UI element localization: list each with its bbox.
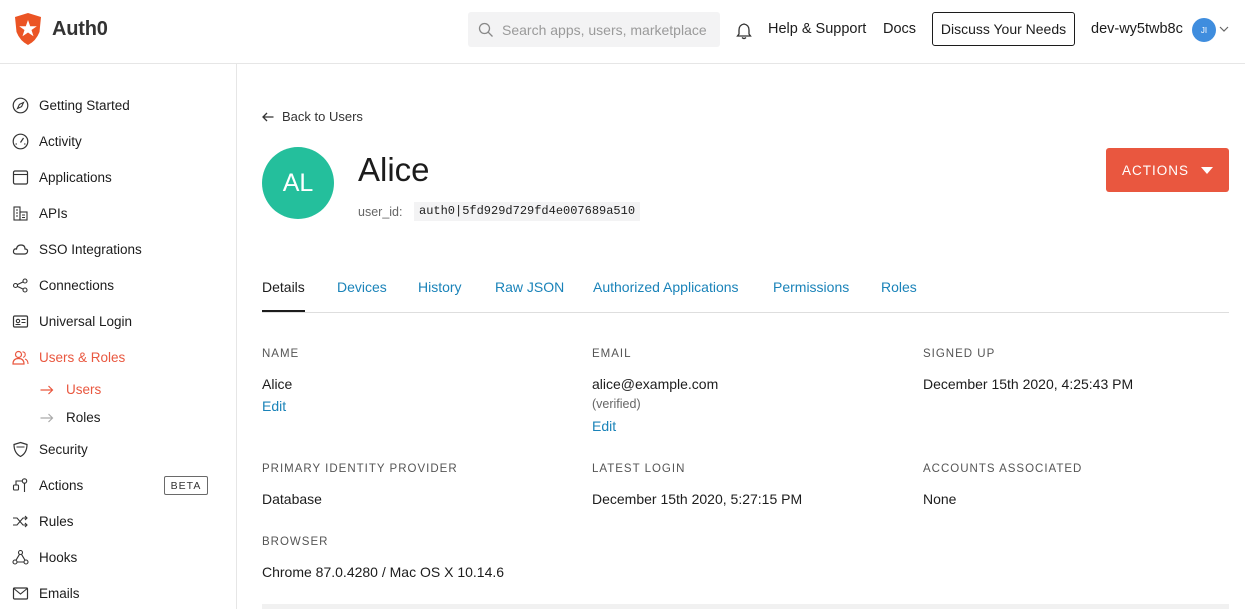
user-id-value: auth0|5fd929d729fd4e007689a510 <box>414 202 641 221</box>
sidebar-item-label: Security <box>39 442 88 457</box>
back-label: Back to Users <box>282 109 363 124</box>
flow-icon <box>12 478 28 492</box>
arrow-right-icon <box>40 413 54 422</box>
actions-label: ACTIONS <box>1121 162 1189 178</box>
auth0-logo[interactable]: Auth0 <box>12 12 108 46</box>
arrow-left-icon <box>262 112 274 121</box>
name-label: NAME <box>262 348 300 360</box>
browser-value: Chrome 87.0.4280 / Mac OS X 10.14.6 <box>262 564 505 580</box>
user-name-title: Alice <box>358 151 430 188</box>
mail-icon <box>12 587 29 600</box>
tab-permissions[interactable]: Permissions <box>773 279 849 295</box>
beta-badge: BETA <box>164 476 208 495</box>
sidebar-item-actions[interactable]: Actions <box>12 477 83 494</box>
sidebar-item-getting-started[interactable]: Getting Started <box>12 97 130 114</box>
sidebar-item-universal-login[interactable]: Universal Login <box>12 313 132 330</box>
tenant-name[interactable]: dev-wy5twb8c <box>1091 21 1183 37</box>
sidebar-item-users-roles[interactable]: Users & Roles <box>12 349 125 366</box>
sidebar: Getting Started Activity Applications AP… <box>0 64 237 609</box>
user-tabs: Details Devices History Raw JSON Authori… <box>262 268 1229 313</box>
brand-name: Auth0 <box>52 17 108 40</box>
search-input[interactable] <box>502 21 712 38</box>
auth0-shield-icon <box>15 13 41 45</box>
signed-up-label: SIGNED UP <box>923 348 996 360</box>
sidebar-item-label: Activity <box>39 134 82 149</box>
tab-history[interactable]: History <box>418 279 462 295</box>
sidebar-item-label: Connections <box>39 278 115 293</box>
compass-icon <box>12 97 29 114</box>
browser-label: BROWSER <box>262 536 329 548</box>
sidebar-subitem-roles[interactable]: Roles <box>40 410 101 425</box>
sidebar-item-label: Users & Roles <box>39 350 126 365</box>
sidebar-subitem-label: Users <box>66 382 102 397</box>
arrow-right-icon <box>40 385 54 394</box>
actions-dropdown-button[interactable]: ACTIONS <box>1106 148 1229 192</box>
email-label: EMAIL <box>592 348 632 360</box>
sidebar-subitem-users[interactable]: Users <box>40 382 101 397</box>
name-value: Alice <box>262 376 293 392</box>
notification-bell-icon[interactable] <box>736 22 752 40</box>
sidebar-item-rules[interactable]: Rules <box>12 513 74 530</box>
search-box[interactable] <box>468 12 720 47</box>
chevron-down-icon[interactable] <box>1219 26 1229 32</box>
provider-label: PRIMARY IDENTITY PROVIDER <box>262 463 458 475</box>
accounts-associated-value: None <box>923 491 957 507</box>
section-divider <box>262 604 1229 609</box>
sidebar-item-label: Emails <box>39 586 80 601</box>
sidebar-item-sso-integrations[interactable]: SSO Integrations <box>12 241 142 258</box>
sidebar-item-label: Rules <box>39 514 74 529</box>
sidebar-item-apis[interactable]: APIs <box>12 205 68 222</box>
edit-email-link[interactable]: Edit <box>592 418 616 434</box>
hook-icon <box>12 549 29 565</box>
tab-raw-json[interactable]: Raw JSON <box>495 279 564 295</box>
sidebar-item-label: Hooks <box>39 550 78 565</box>
sidebar-item-hooks[interactable]: Hooks <box>12 549 77 566</box>
tab-roles[interactable]: Roles <box>881 279 917 295</box>
shuffle-icon <box>13 515 28 528</box>
discuss-your-needs-button[interactable]: Discuss Your Needs <box>932 12 1075 46</box>
shield-icon <box>13 441 28 458</box>
window-icon <box>12 170 29 185</box>
docs-link[interactable]: Docs <box>883 21 916 37</box>
sidebar-item-label: Applications <box>39 170 112 185</box>
gauge-icon <box>12 133 29 150</box>
users-icon <box>12 350 29 365</box>
sidebar-item-label: APIs <box>39 206 68 221</box>
tenant-avatar[interactable]: JI <box>1192 18 1216 42</box>
email-value: alice@example.com <box>592 376 719 392</box>
tab-details[interactable]: Details <box>262 279 305 295</box>
sidebar-item-activity[interactable]: Activity <box>12 133 82 150</box>
help-support-link[interactable]: Help & Support <box>768 21 866 37</box>
sidebar-item-label: Actions <box>39 478 84 493</box>
top-bar: Auth0 Help & Support Docs Discuss Your N… <box>0 0 1245 64</box>
signed-up-value: December 15th 2020, 4:25:43 PM <box>923 376 1134 392</box>
edit-name-link[interactable]: Edit <box>262 398 286 414</box>
accounts-associated-label: ACCOUNTS ASSOCIATED <box>923 463 1083 475</box>
latest-login-value: December 15th 2020, 5:27:15 PM <box>592 491 803 507</box>
caret-down-icon <box>1201 166 1213 174</box>
sidebar-item-applications[interactable]: Applications <box>12 169 112 186</box>
user-id-label: user_id: <box>358 205 403 219</box>
latest-login-label: LATEST LOGIN <box>592 463 686 475</box>
sidebar-subitem-label: Roles <box>66 410 101 425</box>
cloud-icon <box>12 244 29 255</box>
search-icon <box>478 22 493 37</box>
active-tab-indicator <box>262 310 305 312</box>
provider-value: Database <box>262 491 322 507</box>
sidebar-item-emails[interactable]: Emails <box>12 585 80 602</box>
share-icon <box>12 278 28 293</box>
tab-devices[interactable]: Devices <box>337 279 387 295</box>
tab-authorized-applications[interactable]: Authorized Applications <box>593 279 739 295</box>
sidebar-item-security[interactable]: Security <box>12 441 88 458</box>
id-card-icon <box>12 315 29 328</box>
buildings-icon <box>13 206 28 221</box>
sidebar-item-connections[interactable]: Connections <box>12 277 114 294</box>
back-to-users-link[interactable]: Back to Users <box>262 109 363 124</box>
sidebar-item-label: SSO Integrations <box>39 242 142 257</box>
user-avatar: AL <box>262 147 334 219</box>
sidebar-item-label: Getting Started <box>39 98 130 113</box>
sidebar-item-label: Universal Login <box>39 314 133 329</box>
email-verified-status: (verified) <box>592 397 641 411</box>
